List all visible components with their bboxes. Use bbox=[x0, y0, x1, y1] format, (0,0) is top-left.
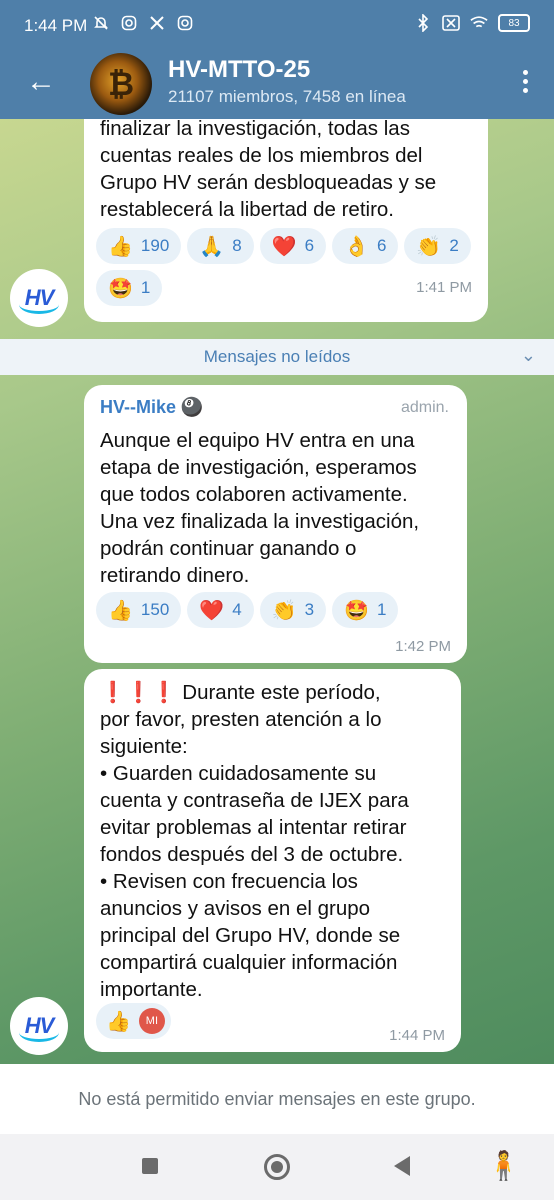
sender-row: HV--Mike 🎱 bbox=[100, 397, 203, 418]
chevron-down-icon[interactable]: ⌄ bbox=[521, 345, 536, 366]
back-arrow-icon[interactable]: ← bbox=[26, 67, 56, 97]
wifi-icon bbox=[470, 14, 488, 32]
unread-divider: Mensajes no leídos ⌄ bbox=[0, 339, 554, 375]
chat-area[interactable]: finalizar la investigación, todas las cu… bbox=[0, 119, 554, 1064]
reaction-chip[interactable]: 👏 3 bbox=[259, 592, 327, 628]
reaction-chip[interactable]: 🤩 1 bbox=[96, 270, 163, 306]
admin-label: admin. bbox=[400, 399, 449, 416]
group-avatar[interactable]: ₿ bbox=[90, 53, 152, 115]
bitcoin-icon: ₿ bbox=[107, 66, 135, 102]
reactions: 👍 MI bbox=[96, 1003, 171, 1039]
sender-name[interactable]: HV--Mike bbox=[100, 397, 176, 417]
message-text: finalizar la investigación, todas las cu… bbox=[100, 119, 437, 221]
home-icon[interactable] bbox=[264, 1154, 290, 1180]
notification-icons bbox=[92, 14, 194, 32]
reaction-chip[interactable]: 👌 6 bbox=[332, 228, 399, 264]
member-count: 21107 miembros, 7458 en línea bbox=[168, 87, 406, 106]
instagram-icon bbox=[120, 14, 138, 32]
reactor-avatar: MI bbox=[138, 1008, 165, 1034]
no-sim-icon bbox=[442, 14, 460, 32]
group-title[interactable]: HV-MTTO-25 bbox=[168, 56, 310, 84]
x-icon bbox=[148, 14, 166, 32]
mute-bell-icon bbox=[92, 14, 110, 32]
message-time: 1:42 PM bbox=[395, 638, 451, 655]
reaction-chip[interactable]: ❤️ 4 bbox=[187, 592, 254, 628]
message-time: 1:44 PM bbox=[389, 1027, 445, 1044]
reaction-chip[interactable]: 🤩 1 bbox=[332, 592, 399, 628]
message-time: 1:41 PM bbox=[416, 279, 472, 296]
reaction-chip[interactable]: ❤️ 6 bbox=[259, 228, 327, 264]
sender-badge: 🎱 bbox=[180, 397, 203, 417]
more-options-icon[interactable] bbox=[523, 70, 528, 93]
system-icons: 83 bbox=[414, 14, 530, 32]
reaction-chip[interactable]: 👍 190 bbox=[96, 228, 182, 264]
sender-avatar[interactable]: HV bbox=[10, 997, 68, 1055]
system-nav-bar: 🧍 bbox=[0, 1134, 554, 1200]
reaction-chip[interactable]: 🙏 8 bbox=[187, 228, 254, 264]
reactions: 👍 150 ❤️ 4 👏 3 🤩 1 bbox=[96, 592, 456, 628]
status-time: 1:44 PM bbox=[24, 16, 88, 35]
instagram-icon bbox=[176, 14, 194, 32]
accessibility-icon[interactable]: 🧍 bbox=[486, 1152, 521, 1180]
sender-avatar[interactable]: HV bbox=[10, 269, 68, 327]
chat-header: ← ₿ HV-MTTO-25 21107 miembros, 7458 en l… bbox=[0, 52, 554, 119]
recent-apps-icon[interactable] bbox=[142, 1158, 158, 1174]
reaction-chip[interactable]: 👍 150 bbox=[96, 592, 182, 628]
bluetooth-icon bbox=[414, 14, 432, 32]
unread-label: Mensajes no leídos bbox=[203, 347, 351, 366]
message-bubble[interactable]: ❗❗❗ Durante este período, por favor, pre… bbox=[84, 669, 461, 1052]
posting-restricted-banner: No está permitido enviar mensajes en est… bbox=[0, 1064, 554, 1134]
message-text: Aunque el equipo HV entra en una etapa d… bbox=[100, 429, 420, 587]
nav-back-icon[interactable] bbox=[394, 1156, 410, 1176]
restriction-notice: No está permitido enviar mensajes en est… bbox=[78, 1088, 476, 1109]
message-bubble[interactable]: HV--Mike 🎱 admin. Aunque el equipo HV en… bbox=[84, 385, 467, 663]
message-bubble[interactable]: finalizar la investigación, todas las cu… bbox=[84, 119, 488, 322]
reaction-chip[interactable]: 👏 2 bbox=[404, 228, 471, 264]
status-bar: 1:44 PM 83 bbox=[0, 0, 554, 52]
battery-indicator: 83 bbox=[498, 14, 530, 32]
reaction-chip[interactable]: 👍 MI bbox=[96, 1003, 171, 1039]
message-text: ❗❗❗ Durante este período, por favor, pre… bbox=[100, 681, 409, 1001]
